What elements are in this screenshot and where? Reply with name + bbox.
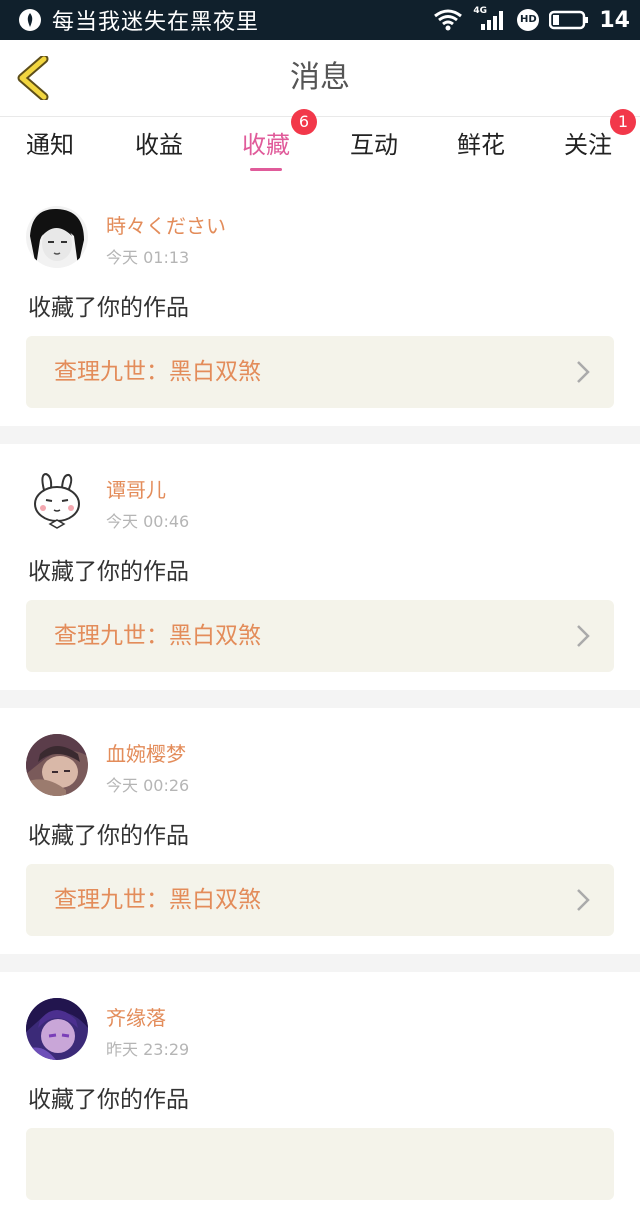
chevron-right-icon	[577, 625, 590, 647]
timestamp: 今天 00:46	[106, 512, 190, 531]
clock: 14	[599, 7, 630, 33]
active-tab-indicator	[250, 168, 282, 171]
username[interactable]: 谭哥儿	[106, 474, 166, 503]
action-text: 收藏了你的作品	[28, 823, 189, 849]
username[interactable]: 血婉樱梦	[106, 738, 186, 767]
battery-icon	[549, 10, 589, 30]
avatar-bunny	[26, 470, 88, 532]
divider	[0, 954, 640, 972]
timestamp: 今天 00:26	[106, 776, 190, 795]
hd-icon: HD	[517, 9, 540, 31]
work-title: 查理九世：黑白双煞	[54, 887, 261, 913]
status-notification-text: 每当我迷失在黑夜里	[52, 10, 260, 35]
page-title: 消息	[290, 60, 350, 95]
avatar[interactable]	[26, 734, 88, 796]
favorites-count-badge: 6	[291, 109, 317, 135]
header-bar: 消息	[0, 40, 640, 117]
avatar[interactable]	[26, 470, 88, 532]
tab-flowers[interactable]: 鲜花	[431, 117, 531, 179]
work-title: 查理九世：黑白双煞	[54, 623, 261, 649]
work-link[interactable]: 查理九世：黑白双煞	[26, 600, 614, 672]
status-bar: 每当我迷失在黑夜里 4G HD 14	[0, 0, 640, 40]
follows-count-badge: 1	[610, 109, 636, 135]
list-item: 齐缘落 昨天 23:29 收藏了你的作品	[0, 972, 640, 1218]
wifi-icon	[434, 9, 463, 31]
action-text: 收藏了你的作品	[28, 295, 189, 321]
work-link[interactable]: 查理九世：黑白双煞	[26, 864, 614, 936]
avatar[interactable]	[26, 206, 88, 268]
timestamp: 今天 01:13	[106, 248, 190, 267]
divider	[0, 690, 640, 708]
work-link[interactable]: 查理九世：黑白双煞	[26, 336, 614, 408]
avatar-anime-purple	[26, 998, 88, 1060]
timestamp: 昨天 23:29	[106, 1040, 190, 1059]
list-item: 谭哥儿 今天 00:46 收藏了你的作品 查理九世：黑白双煞	[0, 444, 640, 690]
avatar-bw-hair	[26, 206, 88, 268]
work-link[interactable]	[26, 1128, 614, 1200]
avatar[interactable]	[26, 998, 88, 1060]
message-list: 時々ください 今天 01:13 收藏了你的作品 查理九世：黑白双煞 谭哥儿 今天…	[0, 180, 640, 1218]
action-text: 收藏了你的作品	[28, 559, 189, 585]
tab-bar: 通知 收益 收藏 6 互动 鲜花 关注 1	[0, 109, 640, 179]
tab-interactions[interactable]: 互动	[324, 117, 424, 179]
avatar-anime-brown	[26, 734, 88, 796]
tab-earnings[interactable]: 收益	[109, 117, 209, 179]
tab-follows[interactable]: 关注 1	[538, 109, 638, 179]
list-item: 時々ください 今天 01:13 收藏了你的作品 查理九世：黑白双煞	[0, 180, 640, 426]
chevron-right-icon	[577, 361, 590, 383]
username[interactable]: 時々ください	[106, 210, 226, 239]
action-text: 收藏了你的作品	[28, 1087, 189, 1113]
tab-favorites[interactable]: 收藏 6	[216, 109, 317, 179]
work-title: 查理九世：黑白双煞	[54, 359, 261, 385]
app-notification-icon	[19, 9, 41, 31]
tab-notifications[interactable]: 通知	[0, 117, 100, 179]
chevron-right-icon	[577, 889, 590, 911]
signal-icon: 4G	[473, 6, 507, 32]
divider	[0, 426, 640, 444]
list-item: 血婉樱梦 今天 00:26 收藏了你的作品 查理九世：黑白双煞	[0, 708, 640, 954]
username[interactable]: 齐缘落	[106, 1002, 166, 1031]
